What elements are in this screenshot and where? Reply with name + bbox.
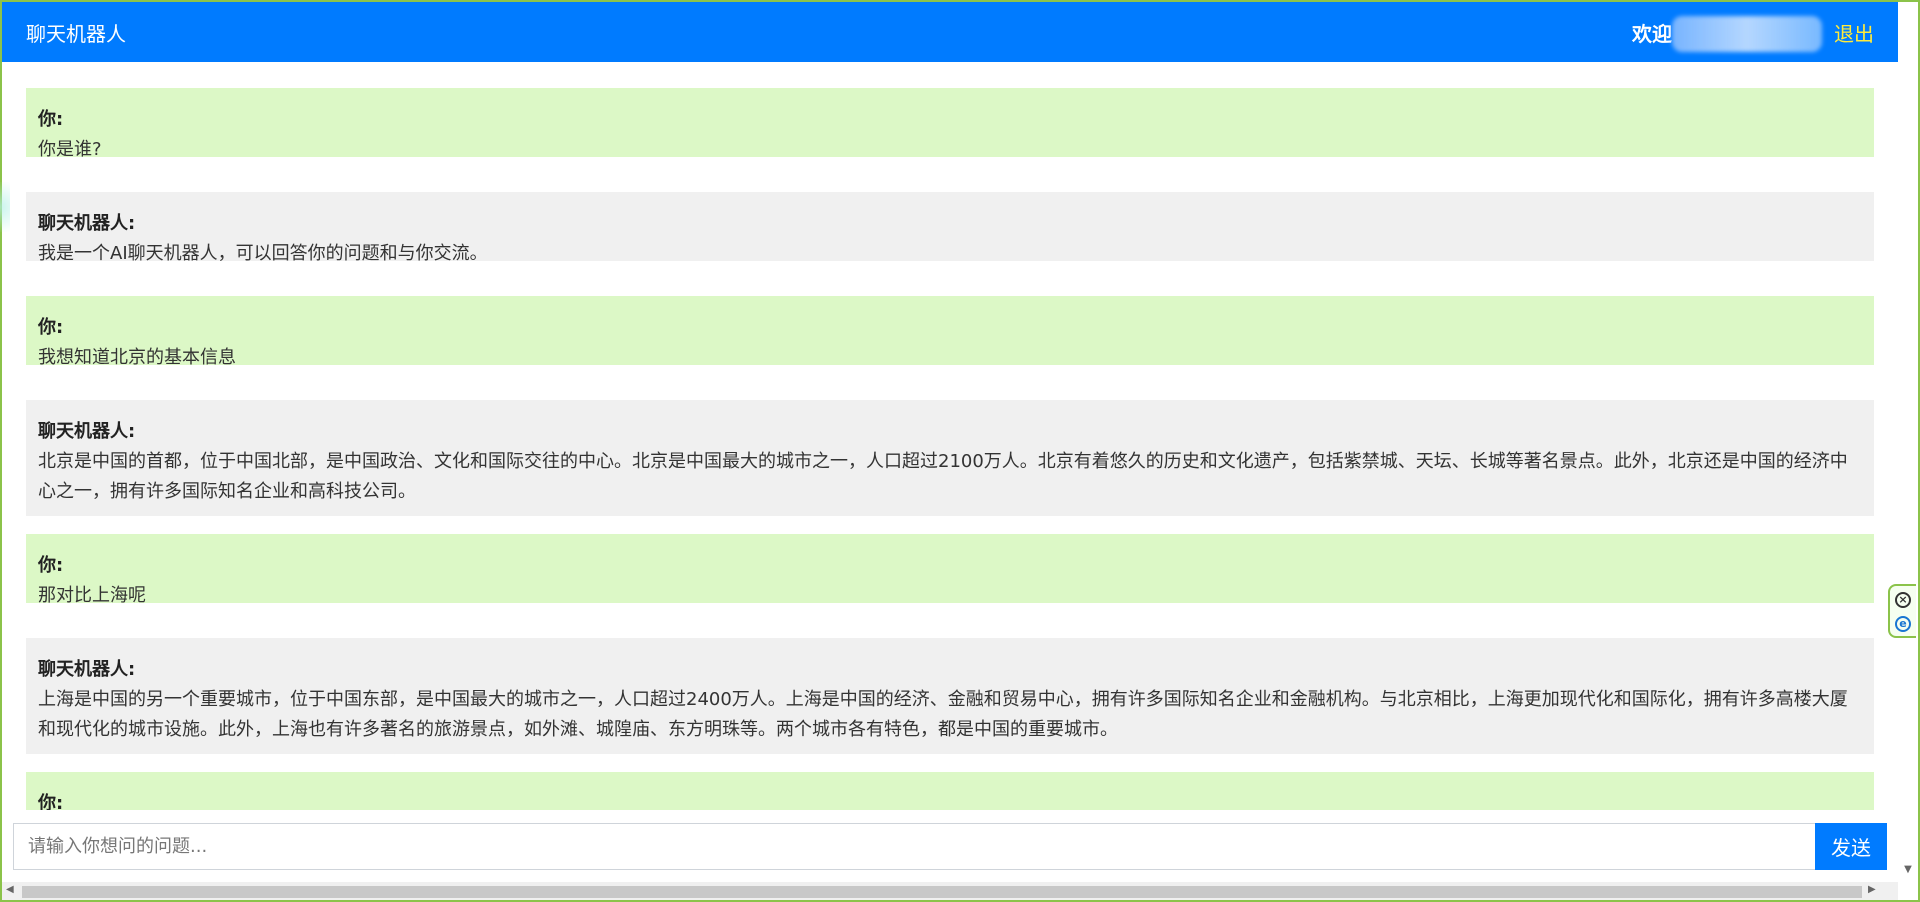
scroll-down-arrow-icon[interactable]: ▼ <box>1900 864 1916 878</box>
message-bot: 聊天机器人: 上海是中国的另一个重要城市，位于中国东部，是中国最大的城市之一，人… <box>26 638 1874 754</box>
message-input-bar: 发送 <box>13 823 1887 870</box>
message-text: 我想知道北京的基本信息 <box>38 347 236 368</box>
message-bot: 聊天机器人: 我是一个AI聊天机器人，可以回答你的问题和与你交流。 <box>26 192 1874 264</box>
message-bot: 聊天机器人: 北京是中国的首都，位于中国北部，是中国政治、文化和国际交往的中心。… <box>26 400 1874 516</box>
message-sender: 你: <box>38 555 64 576</box>
logout-link[interactable]: 退出 <box>1834 22 1874 46</box>
scroll-left-arrow-icon[interactable]: ◀ <box>6 884 14 895</box>
message-text: 那对比上海呢 <box>38 585 146 606</box>
message-text: 我是一个AI聊天机器人，可以回答你的问题和与你交流。 <box>38 243 488 264</box>
e-circle-icon[interactable]: e <box>1895 616 1911 632</box>
scrollbar-thumb[interactable] <box>22 886 1862 898</box>
horizontal-scrollbar[interactable]: ◀ ▶ <box>2 882 1898 900</box>
close-circle-icon[interactable]: × <box>1895 592 1911 608</box>
message-user: 你: 我想知道北京的基本信息 <box>26 296 1874 368</box>
message-sender: 聊天机器人: <box>38 421 136 442</box>
question-input[interactable] <box>13 823 1815 870</box>
message-user: 你: 你是谁? <box>26 88 1874 160</box>
redacted-username <box>1672 16 1822 52</box>
welcome-text: 欢迎 <box>1632 22 1672 46</box>
app-title: 聊天机器人 <box>26 22 126 46</box>
send-button[interactable]: 发送 <box>1815 823 1887 870</box>
message-text: 你是谁? <box>38 139 102 160</box>
side-extension-widget: × e <box>1888 584 1916 638</box>
app-header: 聊天机器人 欢迎 退出 <box>2 2 1898 62</box>
message-sender: 你: <box>38 317 64 338</box>
message-sender: 你: <box>38 793 64 810</box>
scroll-right-arrow-icon[interactable]: ▶ <box>1868 884 1876 895</box>
message-user: 你: <box>26 772 1874 810</box>
message-user: 你: 那对比上海呢 <box>26 534 1874 606</box>
message-text: 上海是中国的另一个重要城市，位于中国东部，是中国最大的城市之一，人口超过2400… <box>38 689 1848 740</box>
chat-messages: 你: 你是谁? 聊天机器人: 我是一个AI聊天机器人，可以回答你的问题和与你交流… <box>2 62 1898 810</box>
message-sender: 聊天机器人: <box>38 213 136 234</box>
message-sender: 聊天机器人: <box>38 659 136 680</box>
message-text: 北京是中国的首都，位于中国北部，是中国政治、文化和国际交往的中心。北京是中国最大… <box>38 451 1848 502</box>
message-sender: 你: <box>38 109 64 130</box>
